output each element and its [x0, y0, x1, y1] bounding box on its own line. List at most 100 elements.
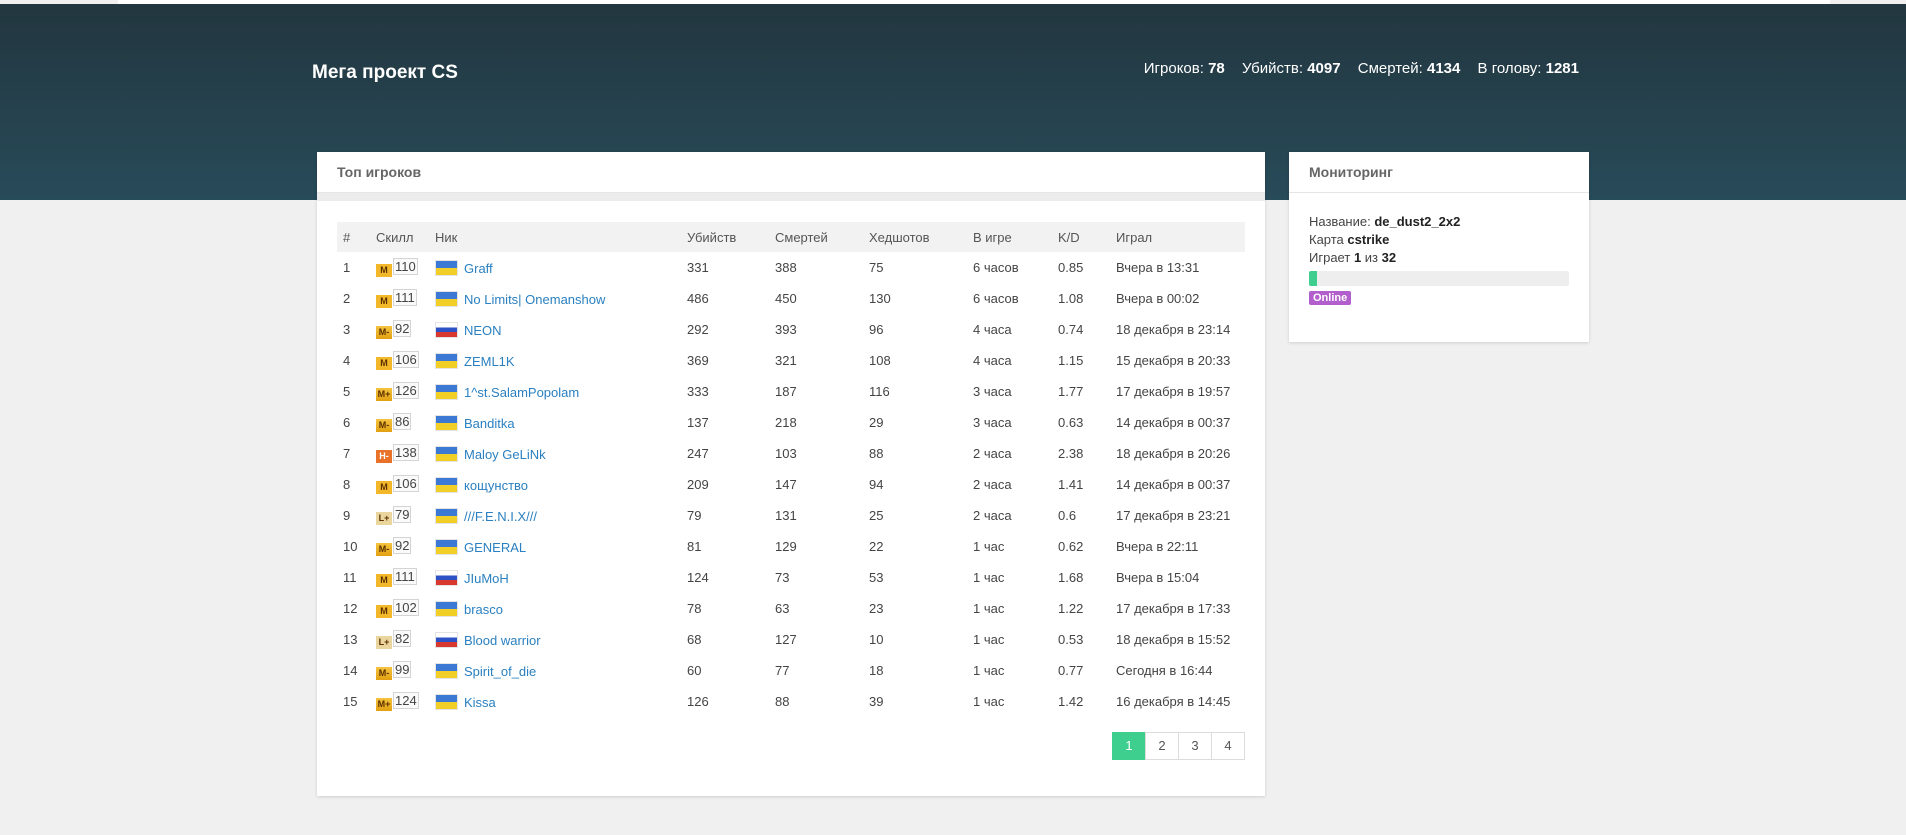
nick: Maloy GeLiNk [429, 438, 681, 469]
deaths: 131 [775, 508, 797, 523]
top-players-title: Топ игроков [317, 152, 1265, 193]
page-button-2[interactable]: 2 [1145, 732, 1179, 760]
nick: brasco [429, 593, 681, 624]
skill: M- 92 [370, 531, 429, 562]
deaths: 103 [775, 446, 797, 461]
deaths: 88 [775, 694, 790, 709]
kd-ratio: 0.6 [1058, 508, 1077, 523]
deaths: 321 [775, 353, 797, 368]
page-button-4[interactable]: 4 [1211, 732, 1245, 760]
kills: 486 [687, 291, 709, 306]
nick: JIuMoH [429, 562, 681, 593]
col-last-played: Играл [1116, 229, 1153, 245]
stat-kills: Убийств: 4097 [1241, 60, 1341, 77]
site-title[interactable]: Мега проект CS [312, 62, 458, 84]
player-link[interactable]: NEON [464, 323, 502, 338]
kd-ratio: 0.74 [1058, 322, 1084, 337]
skill-badge-icon: M [376, 263, 392, 277]
kd-ratio: 1.08 [1058, 291, 1084, 306]
player-link[interactable]: Kissa [464, 695, 496, 710]
rank: 6 [343, 415, 351, 430]
nick: Blood warrior [429, 624, 681, 655]
rank: 2 [343, 291, 351, 306]
col-deaths: Смертей [775, 229, 828, 245]
table-row: 12 M 102 brasco 78 63 23 1 час 1.22 17 декабря в … [337, 593, 1245, 624]
rank: 14 [343, 663, 358, 678]
skill-badge-icon: M [376, 573, 392, 587]
rank: 12 [343, 601, 358, 616]
player-link[interactable]: Maloy GeLiNk [464, 447, 546, 462]
headshots: 23 [869, 601, 884, 616]
rank: 13 [343, 632, 358, 647]
kd-ratio: 1.15 [1058, 353, 1084, 368]
kills: 60 [687, 663, 702, 678]
player-link[interactable]: ///F.E.N.I.X/// [464, 509, 537, 524]
player-link[interactable]: Banditka [464, 416, 515, 431]
table-row: 11 M 111 JIuMoH 124 73 53 1 час 1.68 Вчера в 15:0… [337, 562, 1245, 593]
deaths: 218 [775, 415, 797, 430]
headshots: 10 [869, 632, 884, 647]
monitoring-card: Мониторинг Название: de_dust2_2x2 Карта … [1289, 152, 1589, 342]
time-played: 1 час [973, 694, 1005, 709]
time-played: 1 час [973, 632, 1005, 647]
time-played: 6 часов [973, 260, 1019, 275]
skill-value: 92 [393, 536, 412, 554]
skill: M- 99 [370, 655, 429, 686]
col-time: В игре [973, 229, 1012, 245]
player-link[interactable]: Graff [464, 261, 493, 276]
skill: H- 138 [370, 438, 429, 469]
headshots: 88 [869, 446, 884, 461]
rank: 11 [343, 570, 357, 585]
player-link[interactable]: JIuMoH [464, 571, 509, 586]
last-played: Вчера в 13:31 [1116, 260, 1200, 275]
player-link[interactable]: GENERAL [464, 540, 526, 555]
player-link[interactable]: No Limits| Onemanshow [464, 292, 605, 307]
skill: M 111 [370, 562, 429, 593]
status-badge: Online [1309, 291, 1352, 305]
player-link[interactable]: brasco [464, 602, 503, 617]
ukraine-flag-icon [435, 445, 458, 462]
skill-badge-icon: M [376, 604, 392, 618]
player-link[interactable]: кощунство [464, 478, 528, 493]
nick: ///F.E.N.I.X/// [429, 500, 681, 531]
headshots: 130 [869, 291, 891, 306]
player-link[interactable]: Spirit_of_die [464, 664, 536, 679]
skill-value: 124 [393, 691, 419, 709]
last-played: 16 декабря в 14:45 [1116, 694, 1231, 709]
skill-value: 106 [393, 474, 419, 492]
kd-ratio: 0.63 [1058, 415, 1084, 430]
col-headshots: Хедшотов [869, 229, 930, 245]
skill-badge-icon: M+ [376, 697, 392, 711]
player-link[interactable]: ZEML1K [464, 354, 515, 369]
page-button-1[interactable]: 1 [1112, 732, 1146, 760]
last-played: 15 декабря в 20:33 [1116, 353, 1231, 368]
nick: ZEML1K [429, 345, 681, 376]
col-kd: K/D [1058, 229, 1080, 245]
ukraine-flag-icon [435, 352, 458, 369]
player-link[interactable]: 1^st.SalamPopolam [464, 385, 579, 400]
headshots: 96 [869, 322, 884, 337]
table-row: 1 M 110 Graff 331 388 75 6 часов 0.85 Вчера в 13:… [337, 252, 1245, 283]
rank: 10 [343, 539, 358, 554]
server-players: Играет 1 из 32 [1309, 250, 1397, 265]
ukraine-flag-icon [435, 507, 458, 524]
kd-ratio: 0.62 [1058, 539, 1084, 554]
page-button-3[interactable]: 3 [1178, 732, 1212, 760]
kd-ratio: 1.77 [1058, 384, 1084, 399]
last-played: 18 декабря в 23:14 [1116, 322, 1231, 337]
server-name: Название: de_dust2_2x2 [1309, 214, 1461, 229]
server-stats: Игроков: 78 Убийств: 4097 Смертей: 4134 … [1131, 60, 1579, 77]
nick: NEON [429, 314, 681, 345]
skill-value: 79 [393, 505, 412, 523]
last-played: 17 декабря в 17:33 [1116, 601, 1231, 616]
deaths: 187 [775, 384, 797, 399]
time-played: 2 часа [973, 508, 1012, 523]
headshots: 29 [869, 415, 884, 430]
kills: 292 [687, 322, 709, 337]
skill-value: 138 [393, 443, 419, 461]
table-row: 5 M+ 126 1^st.SalamPopolam 333 187 116 3 часа 1.… [337, 376, 1245, 407]
player-link[interactable]: Blood warrior [464, 633, 541, 648]
skill-badge-icon: L+ [376, 635, 392, 649]
skill-value: 92 [393, 319, 412, 337]
rank: 9 [343, 508, 351, 523]
